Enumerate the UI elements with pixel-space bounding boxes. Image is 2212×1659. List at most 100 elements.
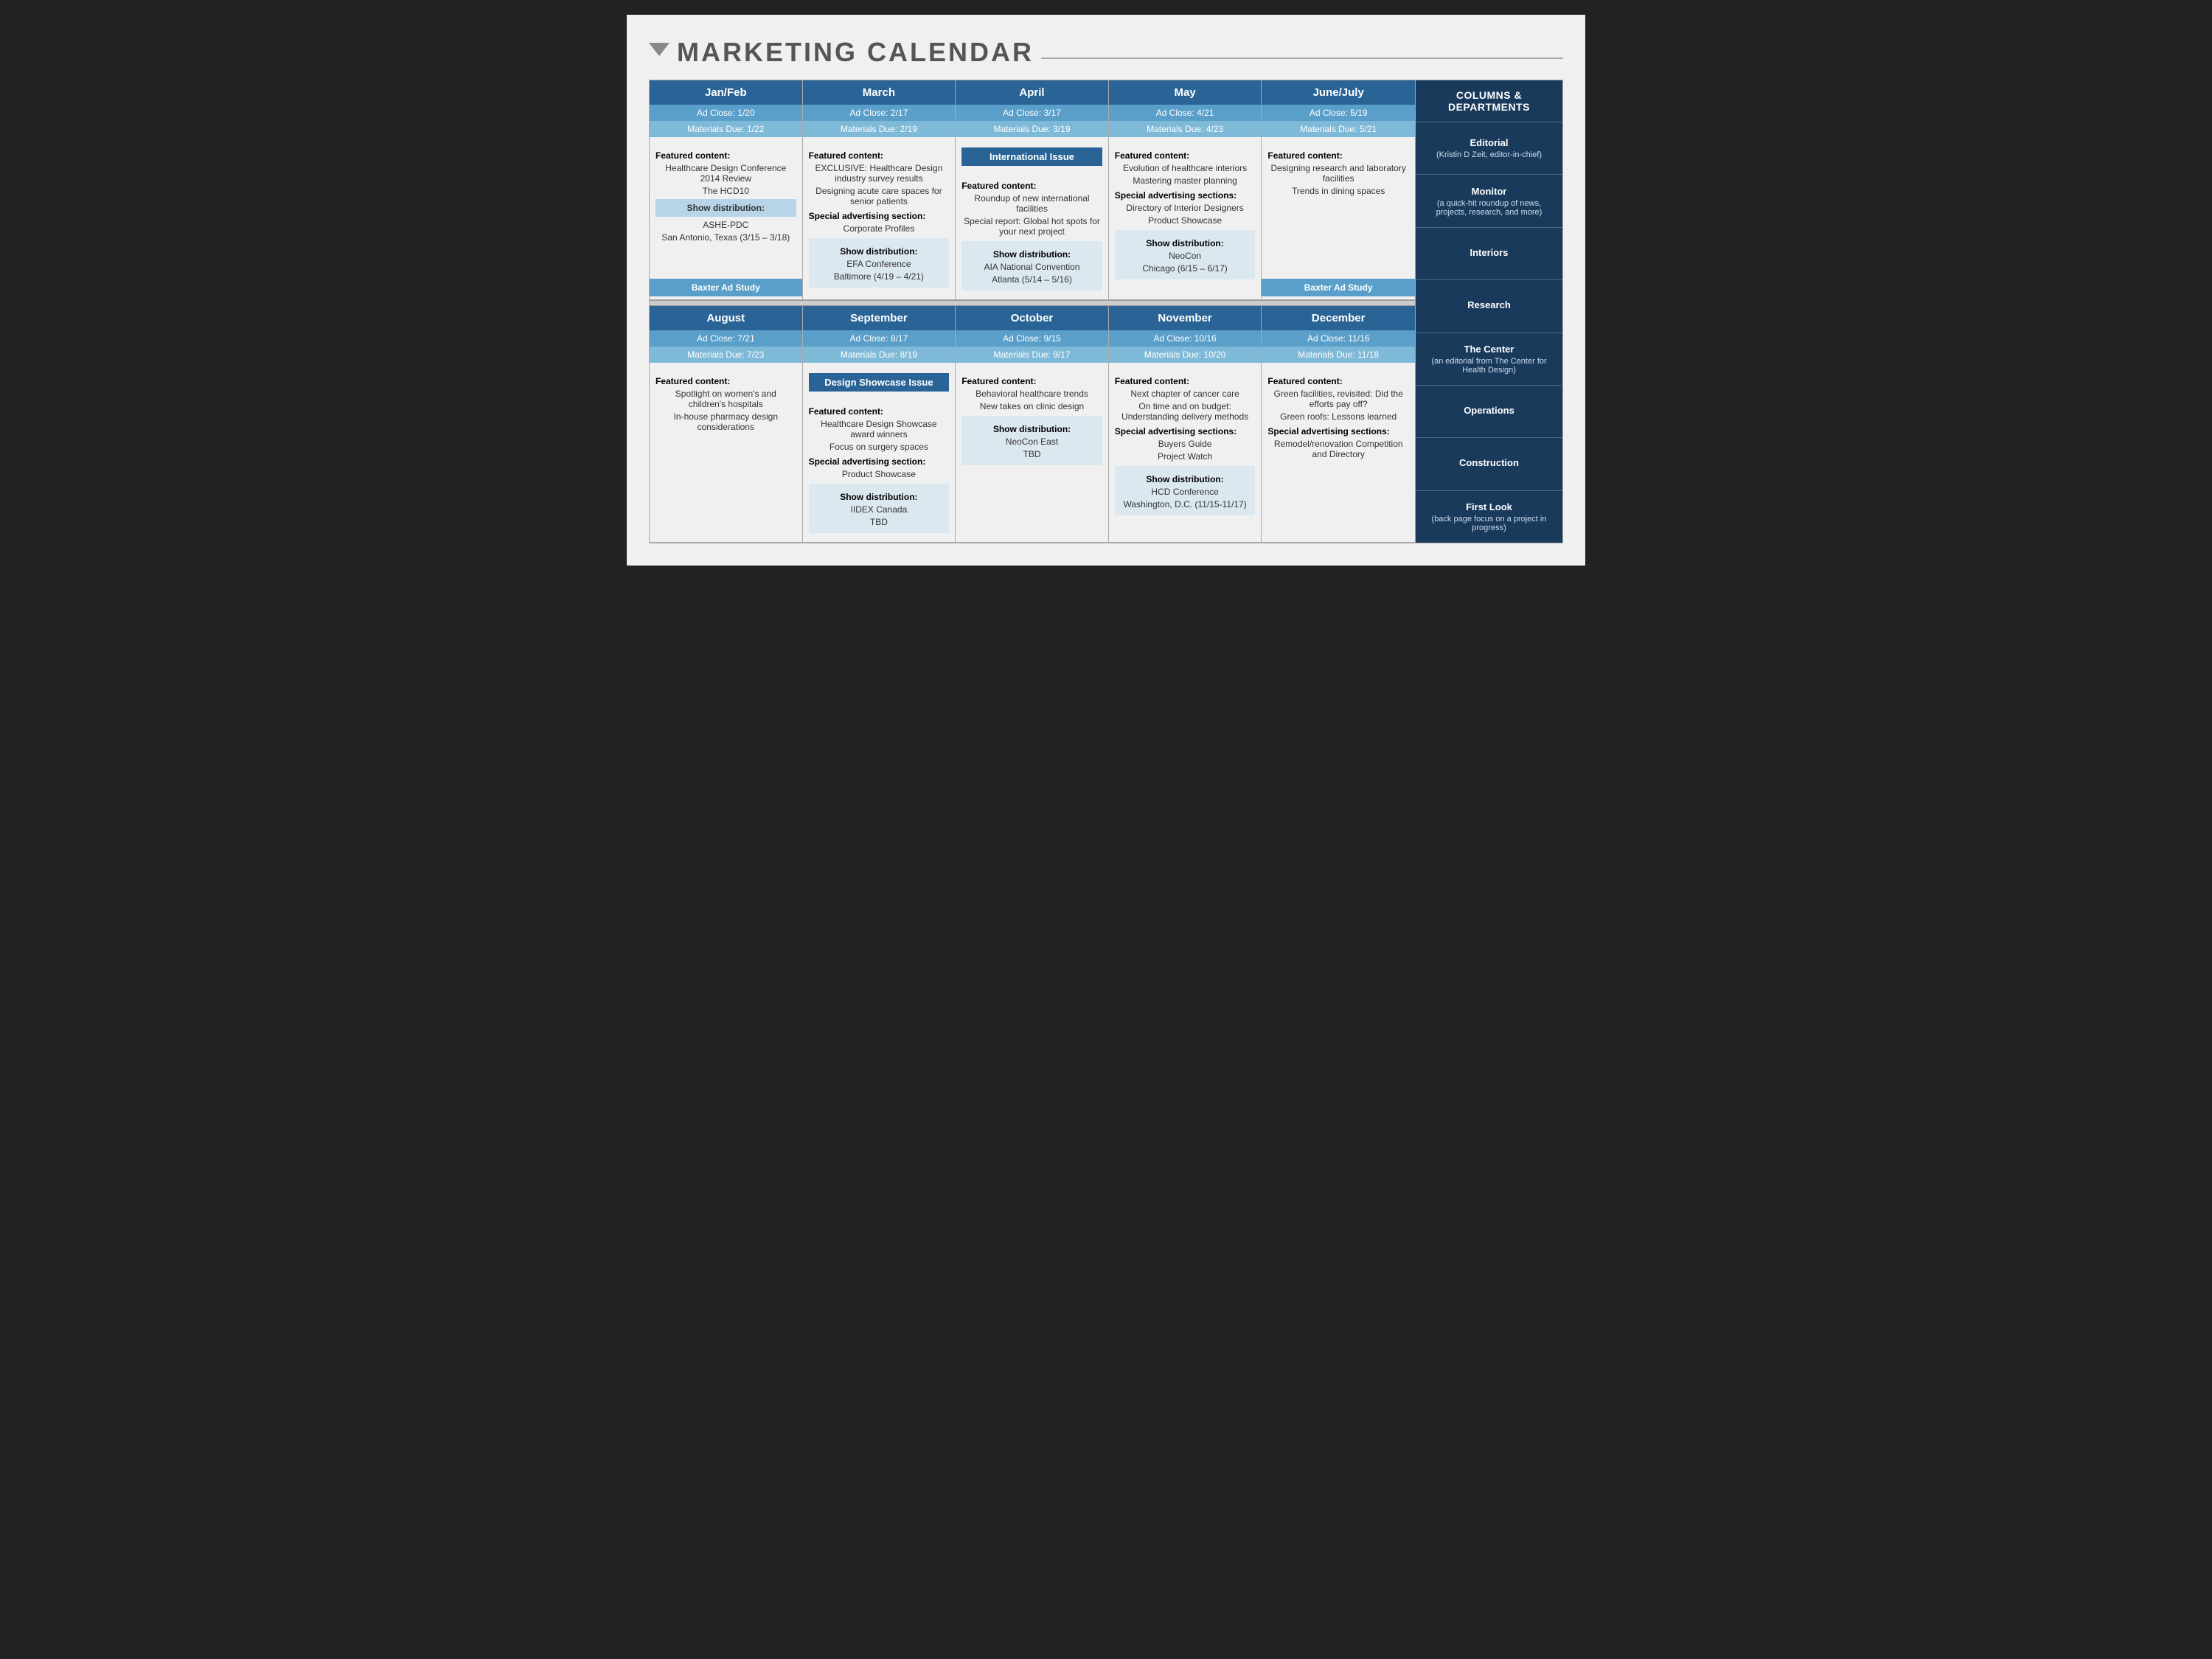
may-ad-close: Ad Close: 4/21 bbox=[1109, 105, 1262, 121]
dept-monitor-sub: (a quick-hit roundup of news, projects, … bbox=[1423, 199, 1555, 217]
bottom-row: August Ad Close: 7/21 Materials Due: 7/2… bbox=[650, 306, 1415, 543]
row-divider bbox=[650, 300, 1415, 306]
march-show-label: Show distribution: bbox=[815, 246, 944, 257]
september-special-1: Product Showcase bbox=[809, 469, 950, 479]
may-feat-2: Mastering master planning bbox=[1115, 175, 1256, 186]
december-featured-label: Featured content: bbox=[1267, 376, 1409, 386]
march-show-dist: Show distribution: EFA Conference Baltim… bbox=[809, 238, 950, 288]
october-show-dist: Show distribution: NeoCon East TBD bbox=[961, 416, 1102, 465]
december-content: Featured content: Green facilities, revi… bbox=[1262, 367, 1415, 542]
december-feat-1: Green facilities, revisited: Did the eff… bbox=[1267, 389, 1409, 409]
march-feat-1: EXCLUSIVE: Healthcare Design industry su… bbox=[809, 163, 950, 184]
june-july-featured-label: Featured content: bbox=[1267, 150, 1409, 161]
col-may: May Ad Close: 4/21 Materials Due: 4/23 F… bbox=[1109, 80, 1262, 300]
dept-the-center-sub: (an editorial from The Center for Health… bbox=[1423, 357, 1555, 375]
dept-interiors-title: Interiors bbox=[1423, 247, 1555, 258]
title-arrow-icon bbox=[649, 43, 669, 56]
april-materials: Materials Due: 3/19 bbox=[956, 121, 1108, 137]
december-ad-close: Ad Close: 11/16 bbox=[1262, 330, 1415, 347]
march-content: Featured content: EXCLUSIVE: Healthcare … bbox=[803, 142, 956, 299]
dept-operations-title: Operations bbox=[1423, 405, 1555, 416]
may-header: May bbox=[1109, 80, 1262, 105]
december-special-label: Special advertising sections: bbox=[1267, 426, 1409, 437]
june-july-feat-1: Designing research and laboratory facili… bbox=[1267, 163, 1409, 184]
march-materials: Materials Due: 2/19 bbox=[803, 121, 956, 137]
may-show-dist: Show distribution: NeoCon Chicago (6/15 … bbox=[1115, 230, 1256, 279]
jan-feb-header: Jan/Feb bbox=[650, 80, 802, 105]
october-show-label: Show distribution: bbox=[967, 424, 1096, 434]
september-design-showcase: Design Showcase Issue bbox=[809, 373, 950, 392]
september-header: September bbox=[803, 306, 956, 330]
november-special-2: Project Watch bbox=[1115, 451, 1256, 462]
departments-header: COLUMNS &DEPARTMENTS bbox=[1416, 80, 1562, 122]
november-header: November bbox=[1109, 306, 1262, 330]
september-ad-close: Ad Close: 8/17 bbox=[803, 330, 956, 347]
departments-column: COLUMNS &DEPARTMENTS Editorial (Kristin … bbox=[1415, 80, 1562, 543]
october-header: October bbox=[956, 306, 1108, 330]
april-show-1: AIA National Convention bbox=[967, 262, 1096, 272]
col-december: December Ad Close: 11/16 Materials Due: … bbox=[1262, 306, 1415, 543]
september-feat-2: Focus on surgery spaces bbox=[809, 442, 950, 452]
april-header: April bbox=[956, 80, 1108, 105]
june-july-ad-close: Ad Close: 5/19 bbox=[1262, 105, 1415, 121]
august-content: Featured content: Spotlight on women's a… bbox=[650, 367, 802, 542]
dept-operations: Operations bbox=[1416, 385, 1562, 437]
dept-first-look-sub: (back page focus on a project in progres… bbox=[1423, 515, 1555, 532]
september-materials: Materials Due: 8/19 bbox=[803, 347, 956, 363]
jan-feb-materials: Materials Due: 1/22 bbox=[650, 121, 802, 137]
december-materials: Materials Due: 11/18 bbox=[1262, 347, 1415, 363]
dept-monitor: Monitor (a quick-hit roundup of news, pr… bbox=[1416, 174, 1562, 226]
november-feat-2: On time and on budget: Understanding del… bbox=[1115, 401, 1256, 422]
jan-feb-featured-label: Featured content: bbox=[655, 150, 796, 161]
may-materials: Materials Due: 4/23 bbox=[1109, 121, 1262, 137]
october-feat-1: Behavioral healthcare trends bbox=[961, 389, 1102, 399]
col-june-july: June/July Ad Close: 5/19 Materials Due: … bbox=[1262, 80, 1415, 300]
october-show-2: TBD bbox=[967, 449, 1096, 459]
title-area: MARKETING CALENDAR bbox=[649, 37, 1563, 68]
jan-feb-feat-2: The HCD10 bbox=[655, 186, 796, 196]
august-featured-label: Featured content: bbox=[655, 376, 796, 386]
dept-editorial: Editorial (Kristin D Zeit, editor-in-chi… bbox=[1416, 122, 1562, 174]
november-materials: Materials Due: 10/20 bbox=[1109, 347, 1262, 363]
may-featured-label: Featured content: bbox=[1115, 150, 1256, 161]
april-ad-close: Ad Close: 3/17 bbox=[956, 105, 1108, 121]
june-july-feat-2: Trends in dining spaces bbox=[1267, 186, 1409, 196]
may-show-2: Chicago (6/15 – 6/17) bbox=[1121, 263, 1250, 274]
dept-first-look-title: First Look bbox=[1423, 501, 1555, 512]
november-ad-close: Ad Close: 10/16 bbox=[1109, 330, 1262, 347]
months-area: Jan/Feb Ad Close: 1/20 Materials Due: 1/… bbox=[650, 80, 1415, 543]
september-special-label: Special advertising section: bbox=[809, 456, 950, 467]
march-show-2: Baltimore (4/19 – 4/21) bbox=[815, 271, 944, 282]
december-feat-2: Green roofs: Lessons learned bbox=[1267, 411, 1409, 422]
november-featured-label: Featured content: bbox=[1115, 376, 1256, 386]
may-content: Featured content: Evolution of healthcar… bbox=[1109, 142, 1262, 299]
top-row: Jan/Feb Ad Close: 1/20 Materials Due: 1/… bbox=[650, 80, 1415, 300]
col-november: November Ad Close: 10/16 Materials Due: … bbox=[1109, 306, 1262, 543]
april-show-label: Show distribution: bbox=[967, 249, 1096, 260]
june-july-baxter: Baxter Ad Study bbox=[1262, 279, 1415, 296]
dept-editorial-title: Editorial bbox=[1423, 137, 1555, 148]
col-jan-feb: Jan/Feb Ad Close: 1/20 Materials Due: 1/… bbox=[650, 80, 803, 300]
june-july-content: Featured content: Designing research and… bbox=[1262, 142, 1415, 276]
october-materials: Materials Due: 9/17 bbox=[956, 347, 1108, 363]
august-feat-1: Spotlight on women's and children's hosp… bbox=[655, 389, 796, 409]
october-ad-close: Ad Close: 9/15 bbox=[956, 330, 1108, 347]
september-show-2: TBD bbox=[815, 517, 944, 527]
april-show-dist: Show distribution: AIA National Conventi… bbox=[961, 241, 1102, 291]
august-feat-2: In-house pharmacy design considerations bbox=[655, 411, 796, 432]
september-show-dist: Show distribution: IIDEX Canada TBD bbox=[809, 484, 950, 533]
dept-construction: Construction bbox=[1416, 437, 1562, 490]
april-content: Featured content: Roundup of new interna… bbox=[956, 172, 1108, 299]
page-title: MARKETING CALENDAR bbox=[677, 37, 1034, 68]
september-feat-1: Healthcare Design Showcase award winners bbox=[809, 419, 950, 439]
jan-feb-baxter: Baxter Ad Study bbox=[650, 279, 802, 296]
may-feat-1: Evolution of healthcare interiors bbox=[1115, 163, 1256, 173]
jan-feb-show-1: ASHE-PDC bbox=[655, 220, 796, 230]
april-feat-1: Roundup of new international facilities bbox=[961, 193, 1102, 214]
calendar-container: Jan/Feb Ad Close: 1/20 Materials Due: 1/… bbox=[649, 80, 1563, 543]
dept-research: Research bbox=[1416, 279, 1562, 332]
col-april: April Ad Close: 3/17 Materials Due: 3/19… bbox=[956, 80, 1109, 300]
dept-editorial-sub: (Kristin D Zeit, editor-in-chief) bbox=[1423, 150, 1555, 159]
june-july-materials: Materials Due: 5/21 bbox=[1262, 121, 1415, 137]
april-show-2: Atlanta (5/14 – 5/16) bbox=[967, 274, 1096, 285]
